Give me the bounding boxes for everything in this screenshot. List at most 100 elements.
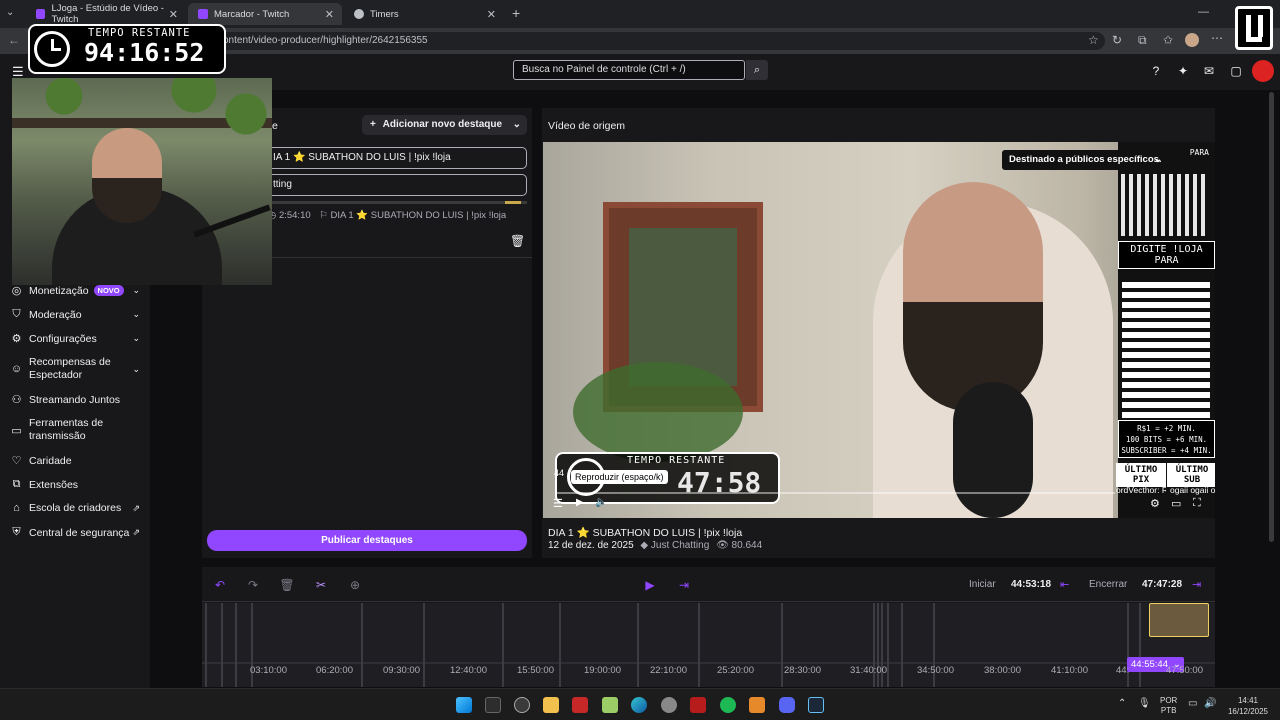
sidebar-item-moderacao[interactable]: ⛉ Moderação ⌄ bbox=[10, 308, 144, 321]
skip-to-end-icon[interactable]: ⇥ bbox=[676, 577, 692, 593]
extension-icon[interactable]: ⧉ bbox=[1138, 33, 1147, 48]
globe-icon bbox=[354, 9, 364, 19]
stream-timer-value: 94:16:52 bbox=[84, 38, 205, 67]
volume-icon[interactable]: 🔊 bbox=[1204, 698, 1216, 709]
sparkle-icon[interactable]: ✦ bbox=[1175, 63, 1191, 79]
search-icon[interactable]: ⌕ bbox=[746, 60, 768, 80]
highlight-category-field[interactable]: tting bbox=[262, 174, 527, 196]
favorites-icon[interactable]: ✩ bbox=[1163, 33, 1173, 47]
edge-icon[interactable] bbox=[631, 697, 647, 713]
chapters-icon[interactable]: ☰ bbox=[553, 497, 563, 510]
ultimo-sub-label: ÚLTIMO SUB bbox=[1167, 463, 1215, 487]
terminal-icon[interactable] bbox=[485, 697, 501, 713]
user-avatar[interactable] bbox=[1252, 60, 1274, 82]
sidebar-item-configuracoes[interactable]: ⚙ Configurações ⌄ bbox=[10, 332, 144, 346]
publish-highlights-button[interactable]: Publicar destaques bbox=[207, 530, 527, 551]
tab-studio[interactable]: LJoga - Estúdio de Vídeo - Twitch ✕ bbox=[26, 3, 186, 25]
microphone-icon[interactable]: 🎙 bbox=[1138, 698, 1151, 709]
audience-dropdown[interactable]: Destinado a públicos específicos. ⌄ bbox=[1002, 150, 1170, 170]
start-value[interactable]: 44:53:18 bbox=[1011, 579, 1051, 590]
rate-line: R$1 = +2 MIN. bbox=[1137, 424, 1196, 433]
app-orange-icon[interactable] bbox=[749, 697, 765, 713]
shield-icon: ⛉ bbox=[12, 308, 21, 320]
sidebar-item-monetizacao[interactable]: ◎ Monetização NOVO ⌄ bbox=[10, 284, 144, 298]
profile-avatar[interactable] bbox=[1185, 33, 1199, 47]
play-icon[interactable]: ▶ bbox=[642, 577, 658, 593]
clock[interactable]: 14:41 16/12/2025 bbox=[1222, 695, 1274, 717]
new-tab-icon[interactable]: + bbox=[512, 5, 520, 21]
refresh-icon[interactable]: ↻ bbox=[1112, 33, 1122, 47]
sidebar-item-extensoes[interactable]: ⧉ Extensões bbox=[10, 478, 144, 491]
loja-text: DIGITE !LOJA PARA bbox=[1118, 241, 1215, 269]
obs-icon[interactable] bbox=[514, 697, 530, 713]
add-highlight-button[interactable]: + Adicionar novo destaque ⌄ bbox=[362, 115, 527, 135]
fullscreen-icon[interactable]: ⛶ bbox=[1193, 497, 1201, 510]
language-indicator[interactable]: POR PTB bbox=[1160, 696, 1177, 716]
more-menu-icon[interactable]: ⋯ bbox=[1211, 31, 1223, 45]
close-icon[interactable]: ✕ bbox=[325, 8, 334, 21]
sidebar-item-label: Moderação bbox=[29, 308, 82, 321]
video-date: 12 de dez. de 2025 bbox=[548, 540, 634, 551]
netflix-icon[interactable] bbox=[690, 697, 706, 713]
sidebar-item-streamando-juntos[interactable]: ⚇ Streamando Juntos bbox=[10, 393, 144, 407]
tick-label: 19:00:00 bbox=[584, 665, 621, 676]
close-icon[interactable]: ✕ bbox=[169, 8, 178, 21]
sidebar-item-seguranca[interactable]: ⛨ Central de segurança ⇗ bbox=[10, 526, 144, 539]
set-end-icon[interactable]: ⇥ bbox=[1192, 578, 1201, 591]
tray-chevron-icon[interactable]: ⌃ bbox=[1118, 698, 1126, 709]
overlay-column: PARA DIGITE !LOJA PARA R$1 = +2 MIN. 100… bbox=[1116, 142, 1215, 518]
sidebar-item-label: Monetização bbox=[29, 284, 89, 297]
add-marker-icon[interactable]: ⊕ bbox=[347, 577, 363, 593]
help-icon[interactable]: ? bbox=[1148, 63, 1164, 79]
sidebar-item-recompensas[interactable]: ☺ Recompensas de Espectador ⌄ bbox=[10, 356, 144, 382]
sidebar-item-ferramentas[interactable]: ▭ Ferramentas de transmissão bbox=[10, 417, 144, 443]
theater-icon[interactable]: ▭ bbox=[1171, 497, 1181, 510]
set-start-icon[interactable]: ⇤ bbox=[1060, 578, 1069, 591]
tab-timers[interactable]: Timers ✕ bbox=[344, 3, 504, 25]
minimize-icon[interactable]: — bbox=[1198, 6, 1209, 18]
close-icon[interactable]: ✕ bbox=[487, 8, 496, 21]
money-icon: ◎ bbox=[11, 285, 22, 297]
network-icon[interactable]: ▭ bbox=[1188, 698, 1197, 709]
delete-highlight-icon[interactable]: 🗑 bbox=[510, 234, 525, 248]
undo-icon[interactable]: ↶ bbox=[212, 577, 228, 593]
chevron-down-icon: ⌄ bbox=[132, 363, 140, 374]
highlight-source-title: DIA 1 ⭐ SUBATHON DO LUIS | !pix !loja bbox=[330, 210, 507, 221]
app-green-icon[interactable] bbox=[602, 697, 618, 713]
star-icon[interactable]: ☆ bbox=[1088, 33, 1099, 47]
app-red-icon[interactable] bbox=[572, 697, 588, 713]
page-scrollbar[interactable] bbox=[1269, 92, 1274, 542]
back-icon[interactable]: ← bbox=[8, 33, 20, 47]
ultimo-pix-label: ÚLTIMO PIX bbox=[1116, 463, 1166, 487]
volume-icon[interactable]: 🔈 bbox=[595, 497, 607, 508]
highlight-title-field[interactable]: IA 1 ⭐ SUBATHON DO LUIS | !pix !loja bbox=[262, 147, 527, 169]
scissors-icon[interactable]: ✂ bbox=[313, 577, 329, 593]
redo-icon[interactable]: ↷ bbox=[245, 577, 261, 593]
clock-time: 14:41 bbox=[1237, 696, 1259, 705]
search-input[interactable]: Busca no Painel de controle (Ctrl + /) bbox=[513, 60, 745, 80]
start-icon[interactable] bbox=[456, 697, 472, 713]
twitch-icon bbox=[198, 9, 208, 19]
play-icon[interactable]: ▶ bbox=[576, 497, 584, 508]
end-value[interactable]: 47:47:28 bbox=[1142, 579, 1182, 590]
url-field[interactable]: content/video-producer/highlighter/26421… bbox=[200, 32, 1105, 50]
tab-marcador[interactable]: Marcador - Twitch ✕ bbox=[188, 3, 342, 25]
sidebar-item-escola[interactable]: ⌂ Escola de criadores ⇗ bbox=[10, 502, 144, 514]
settings-icon[interactable]: ⚙ bbox=[1150, 497, 1160, 510]
sidebar-item-caridade[interactable]: ♡ Caridade bbox=[10, 454, 144, 468]
sidebar-item-label: Central de segurança bbox=[29, 526, 130, 539]
chat-icon[interactable]: ▢ bbox=[1228, 63, 1244, 79]
video-player[interactable]: PARA DIGITE !LOJA PARA R$1 = +2 MIN. 100… bbox=[543, 142, 1215, 518]
highlight-region[interactable] bbox=[1149, 603, 1209, 637]
app-circle-icon[interactable] bbox=[661, 697, 677, 713]
steam-icon[interactable] bbox=[808, 697, 824, 713]
delete-icon[interactable]: 🗑 bbox=[279, 577, 295, 593]
tick-label: 15:50:00 bbox=[517, 665, 554, 676]
video-seek-bar[interactable] bbox=[555, 492, 1115, 494]
file-explorer-icon[interactable] bbox=[543, 697, 559, 713]
spotify-icon[interactable] bbox=[720, 697, 736, 713]
tab-list-chevron-icon[interactable]: ⌄ bbox=[6, 7, 14, 18]
discord-icon[interactable] bbox=[779, 697, 795, 713]
inbox-icon[interactable]: ✉ bbox=[1201, 63, 1217, 79]
video-meta: 12 de dez. de 2025 ◆ Just Chatting 👁 80.… bbox=[548, 540, 762, 551]
